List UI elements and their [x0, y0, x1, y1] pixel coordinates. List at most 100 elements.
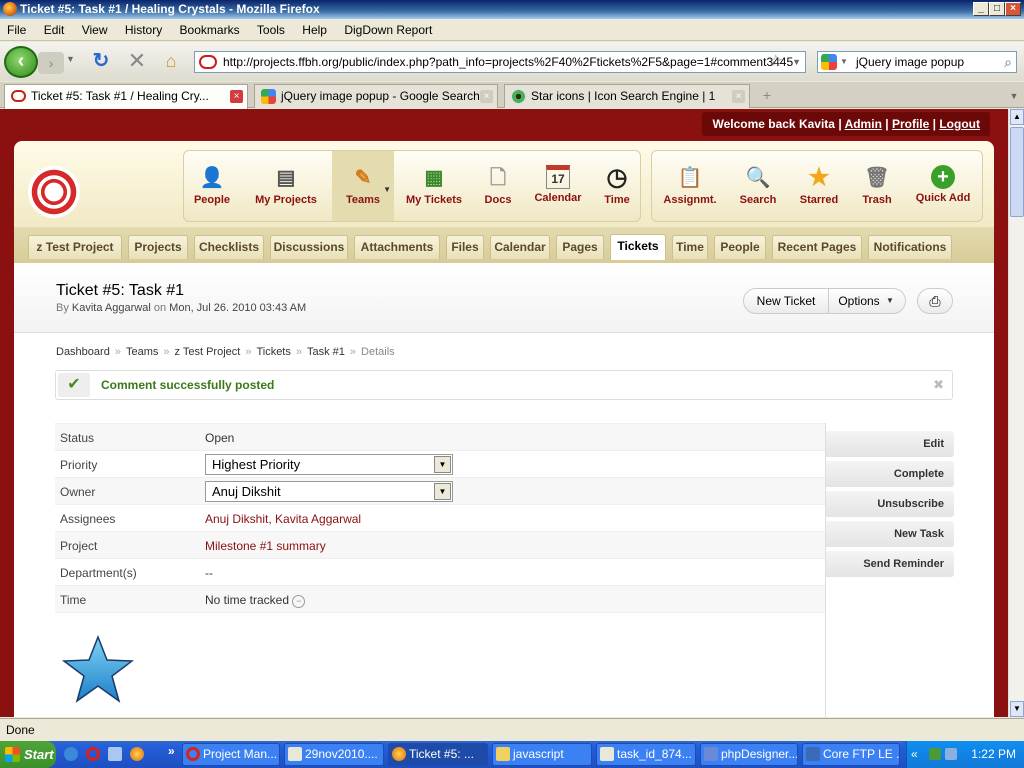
- assignees-links[interactable]: Anuj Dikshit, Kavita Aggarwal: [205, 512, 361, 526]
- teams-button[interactable]: ✎ Teams ▼: [332, 151, 394, 221]
- my-projects-button[interactable]: ▤ My Projects: [240, 151, 332, 221]
- chevron-down-icon[interactable]: ▼: [434, 483, 451, 500]
- close-tab-icon[interactable]: ×: [732, 90, 745, 103]
- url-dropdown-icon[interactable]: ▼: [792, 52, 801, 72]
- breadcrumb-teams[interactable]: Teams: [126, 346, 158, 358]
- edit-button[interactable]: Edit: [826, 431, 954, 457]
- search-button[interactable]: 🔍 Search: [728, 151, 788, 221]
- menu-file[interactable]: File: [0, 20, 33, 41]
- assignments-button[interactable]: 📋 Assignmt.: [652, 151, 728, 221]
- task-ticket-5[interactable]: Ticket #5: ...: [388, 743, 488, 766]
- tray-app-icon[interactable]: [945, 748, 957, 760]
- breadcrumb-dashboard[interactable]: Dashboard: [56, 346, 110, 358]
- breadcrumb-project[interactable]: z Test Project: [174, 346, 240, 358]
- stop-icon[interactable]: ✕: [126, 50, 148, 72]
- browser-tab-google[interactable]: jQuery image popup - Google Search ×: [254, 84, 498, 108]
- project-link[interactable]: Milestone #1 summary: [205, 539, 326, 553]
- options-dropdown-icon[interactable]: ▼: [886, 289, 894, 313]
- tab-list-icon[interactable]: ▼: [1006, 87, 1022, 105]
- logout-link[interactable]: Logout: [939, 117, 980, 131]
- breadcrumb-tickets[interactable]: Tickets: [256, 346, 290, 358]
- quicklaunch-more-icon[interactable]: »: [168, 744, 175, 758]
- tab-people[interactable]: People: [714, 235, 766, 259]
- time-button[interactable]: ◷ Time: [594, 151, 640, 221]
- tab-checklists[interactable]: Checklists: [194, 235, 264, 259]
- task-phpdesigner[interactable]: phpDesigner...: [700, 743, 798, 766]
- tab-calendar[interactable]: Calendar: [490, 235, 550, 259]
- menu-view[interactable]: View: [75, 20, 115, 41]
- tab-tickets[interactable]: Tickets: [610, 234, 666, 260]
- trash-button[interactable]: 🗑 Trash: [850, 151, 904, 221]
- engine-dropdown-icon[interactable]: ▼: [840, 52, 848, 72]
- chevron-down-icon[interactable]: ▼: [434, 456, 451, 473]
- new-task-button[interactable]: New Task: [826, 521, 954, 547]
- quick-add-button[interactable]: + Quick Add: [904, 151, 982, 221]
- scroll-down-icon[interactable]: ▼: [1010, 701, 1024, 717]
- close-window-button[interactable]: ×: [1005, 2, 1021, 16]
- search-go-icon[interactable]: ⌕: [1004, 52, 1012, 72]
- tab-z-test-project[interactable]: z Test Project: [28, 235, 122, 259]
- network-icon[interactable]: [929, 748, 941, 760]
- dismiss-icon[interactable]: ✖: [933, 377, 944, 393]
- print-button[interactable]: ⎙: [917, 288, 953, 314]
- close-tab-icon[interactable]: ×: [480, 90, 493, 103]
- home-icon[interactable]: ⌂: [160, 50, 182, 72]
- tab-attachments[interactable]: Attachments: [354, 235, 440, 259]
- history-dropdown-icon[interactable]: ▼: [66, 54, 75, 64]
- menu-bookmarks[interactable]: Bookmarks: [173, 20, 247, 41]
- page-scrollbar[interactable]: ▲ ▼: [1008, 109, 1024, 717]
- task-project-man[interactable]: Project Man...: [182, 743, 280, 766]
- docs-button[interactable]: 🗋 Docs: [474, 151, 522, 221]
- task-task-id[interactable]: task_id_874...: [596, 743, 696, 766]
- tab-recent-pages[interactable]: Recent Pages: [772, 235, 862, 259]
- reload-icon[interactable]: ↻: [90, 50, 112, 72]
- menu-edit[interactable]: Edit: [37, 20, 72, 41]
- add-time-icon[interactable]: −: [292, 595, 306, 608]
- back-button[interactable]: ‹: [4, 46, 38, 78]
- admin-link[interactable]: Admin: [845, 117, 882, 131]
- menu-help[interactable]: Help: [295, 20, 334, 41]
- desktop-icon[interactable]: [108, 747, 122, 761]
- logo[interactable]: [28, 166, 80, 218]
- options-button[interactable]: Options: [830, 289, 888, 313]
- tab-projects[interactable]: Projects: [128, 235, 188, 259]
- browser-tab-ticket[interactable]: Ticket #5: Task #1 / Healing Cry... ×: [4, 84, 248, 109]
- tray-expand-icon[interactable]: «: [911, 741, 918, 768]
- tab-pages[interactable]: Pages: [556, 235, 604, 259]
- tab-time[interactable]: Time: [672, 235, 708, 259]
- tab-notifications[interactable]: Notifications: [868, 235, 952, 259]
- send-reminder-button[interactable]: Send Reminder: [826, 551, 954, 577]
- search-input[interactable]: ▼ jQuery image popup ⌕: [817, 51, 1017, 73]
- minimize-button[interactable]: _: [973, 2, 989, 16]
- author-link[interactable]: Kavita Aggarwal: [72, 302, 151, 314]
- bookmark-star-icon[interactable]: ☆: [769, 52, 783, 72]
- owner-select[interactable]: Anuj Dikshit ▼: [205, 481, 453, 502]
- breadcrumb-task[interactable]: Task #1: [307, 346, 345, 358]
- task-core-ftp[interactable]: Core FTP LE ...: [802, 743, 900, 766]
- browser-tab-star-icons[interactable]: Star icons | Icon Search Engine | 1 ×: [504, 84, 750, 108]
- scroll-up-icon[interactable]: ▲: [1010, 109, 1024, 125]
- ie-icon[interactable]: [64, 747, 78, 761]
- starred-button[interactable]: ★ Starred: [788, 151, 850, 221]
- scroll-thumb[interactable]: [1010, 127, 1024, 217]
- tab-files[interactable]: Files: [446, 235, 484, 259]
- close-tab-icon[interactable]: ×: [230, 90, 243, 103]
- new-tab-icon[interactable]: +: [756, 87, 778, 105]
- profile-link[interactable]: Profile: [892, 117, 929, 131]
- google-engine-icon[interactable]: [821, 54, 837, 70]
- menu-history[interactable]: History: [118, 20, 169, 41]
- menu-digdown-report[interactable]: DigDown Report: [337, 20, 439, 41]
- people-button[interactable]: 👤 People: [184, 151, 240, 221]
- maximize-button[interactable]: □: [989, 2, 1005, 16]
- opera-icon[interactable]: [86, 747, 100, 761]
- new-ticket-button[interactable]: New Ticket: [744, 289, 829, 313]
- complete-button[interactable]: Complete: [826, 461, 954, 487]
- task-29nov2010[interactable]: 29nov2010....: [284, 743, 384, 766]
- unsubscribe-button[interactable]: Unsubscribe: [826, 491, 954, 517]
- firefox-icon[interactable]: [130, 747, 144, 761]
- menu-tools[interactable]: Tools: [250, 20, 292, 41]
- forward-button[interactable]: ›: [38, 52, 64, 74]
- my-tickets-button[interactable]: ▦ My Tickets: [394, 151, 474, 221]
- url-bar[interactable]: http://projects.ffbh.org/public/index.ph…: [194, 51, 806, 73]
- tab-discussions[interactable]: Discussions: [270, 235, 348, 259]
